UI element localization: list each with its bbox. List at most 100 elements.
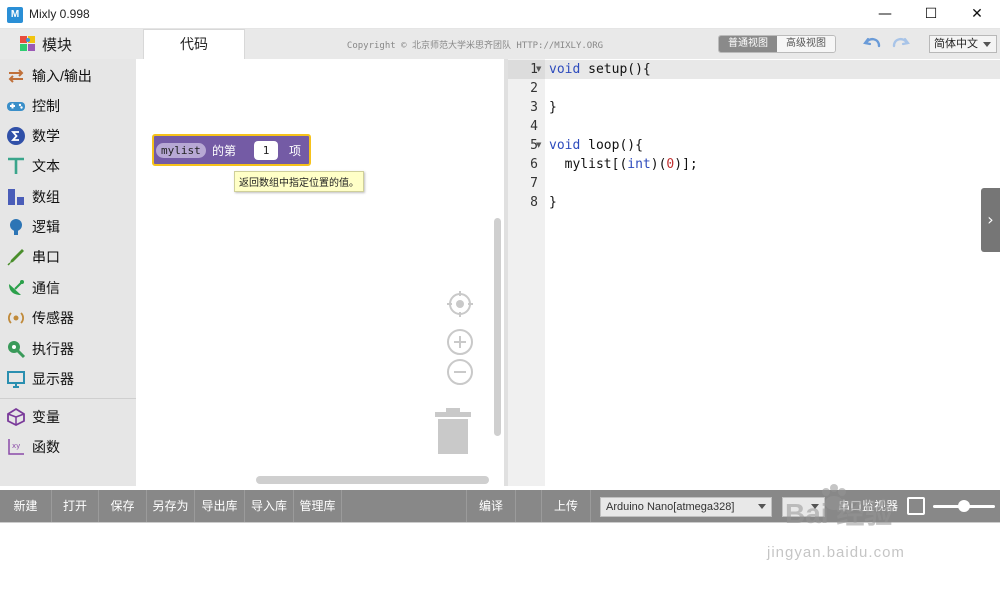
index-input[interactable]: 1 xyxy=(254,141,278,160)
tab-code[interactable]: 代码 xyxy=(143,29,245,59)
workspace-horizontal-scrollbar[interactable] xyxy=(256,476,489,484)
category-serial[interactable]: 串口 xyxy=(0,243,136,271)
code-text: )( xyxy=(650,157,667,172)
line-number: 7 xyxy=(530,176,538,191)
category-math[interactable]: 数学 xyxy=(0,122,136,150)
board-select[interactable]: Arduino Nano[atmega328] xyxy=(600,497,772,517)
function-graph-icon: xy xyxy=(6,437,26,457)
category-actuator[interactable]: 执行器 xyxy=(0,335,136,363)
category-functions[interactable]: xy 函数 xyxy=(0,433,136,461)
category-logic[interactable]: 逻辑 xyxy=(0,213,136,241)
actuator-icon xyxy=(6,339,26,359)
zoom-out-icon[interactable] xyxy=(446,358,474,386)
minimize-button[interactable]: — xyxy=(862,0,908,29)
category-communication[interactable]: 通信 xyxy=(0,274,136,302)
block-text-after: 项 xyxy=(289,144,302,158)
monitor-icon xyxy=(6,369,26,389)
code-line[interactable]: } xyxy=(549,193,557,212)
code-text: mylist[( xyxy=(549,157,628,172)
category-label: 文本 xyxy=(32,158,60,174)
category-label: 数组 xyxy=(32,189,60,205)
zoom-slider-thumb[interactable] xyxy=(958,500,970,512)
category-label: 控制 xyxy=(32,98,60,114)
category-label: 通信 xyxy=(32,280,60,296)
code-line[interactable]: mylist[(int)(0)]; xyxy=(549,155,698,174)
compile-button[interactable]: 编译 xyxy=(466,490,516,522)
trash-icon[interactable] xyxy=(434,407,472,455)
view-toggle: 普通视图 高级视图 xyxy=(718,35,836,53)
upload-button[interactable]: 上传 xyxy=(541,490,591,522)
list-variable-field[interactable]: mylist xyxy=(156,143,206,158)
recenter-icon[interactable] xyxy=(446,290,474,318)
block-category-sidebar: 输入/输出 控制 数学 文本 数组 逻辑 串口 通信 传感器 执行器 显示器 变… xyxy=(0,59,136,486)
category-io[interactable]: 输入/输出 xyxy=(0,62,136,90)
line-number: 3 xyxy=(530,100,538,115)
code-line[interactable]: void loop(){ xyxy=(549,136,643,155)
export-library-button[interactable]: 导出库 xyxy=(195,490,245,522)
code-line[interactable]: } xyxy=(549,98,557,117)
language-select[interactable]: 简体中文 xyxy=(929,35,997,53)
category-label: 串口 xyxy=(32,249,60,265)
redo-icon[interactable] xyxy=(889,33,911,55)
category-label: 执行器 xyxy=(32,341,74,357)
category-label: 变量 xyxy=(32,409,60,425)
normal-view-button[interactable]: 普通视图 xyxy=(719,36,777,52)
workspace-vertical-scrollbar[interactable] xyxy=(494,218,501,436)
category-variables[interactable]: 变量 xyxy=(0,403,136,431)
new-button[interactable]: 新建 xyxy=(0,490,52,522)
code-line[interactable]: void setup(){ xyxy=(549,60,651,79)
maximize-button[interactable]: ☐ xyxy=(908,0,954,29)
satellite-icon xyxy=(6,278,26,298)
category-label: 逻辑 xyxy=(32,219,60,235)
close-button[interactable]: ✕ xyxy=(954,0,1000,29)
category-label: 显示器 xyxy=(32,371,74,387)
undo-icon[interactable] xyxy=(862,33,884,55)
category-divider xyxy=(0,398,136,399)
fold-arrow-icon[interactable]: ▼ xyxy=(536,60,541,79)
text-t-icon xyxy=(6,156,26,176)
tab-blocks[interactable]: 模块 xyxy=(0,29,136,59)
port-select[interactable] xyxy=(782,497,825,517)
sensor-icon xyxy=(6,308,26,328)
save-button[interactable]: 保存 xyxy=(99,490,147,522)
category-display[interactable]: 显示器 xyxy=(0,365,136,393)
line-number: 2 xyxy=(530,81,538,96)
language-value: 简体中文 xyxy=(934,38,978,50)
unity-icon xyxy=(6,407,26,427)
chip-icon[interactable] xyxy=(907,497,925,515)
category-control[interactable]: 控制 xyxy=(0,92,136,120)
category-label: 数学 xyxy=(32,128,60,144)
advanced-view-button[interactable]: 高级视图 xyxy=(777,36,835,52)
chevron-down-icon xyxy=(983,42,991,47)
chevron-down-icon xyxy=(758,504,766,509)
category-sensor[interactable]: 传感器 xyxy=(0,304,136,332)
serial-monitor-button[interactable]: 串口监视器 xyxy=(838,490,898,522)
array-blocks-icon xyxy=(6,187,26,207)
code-keyword: void xyxy=(549,62,581,77)
code-text: setup(){ xyxy=(580,62,651,77)
arrows-icon xyxy=(6,66,26,86)
block-text-before: 的第 xyxy=(212,144,237,158)
copyright-text: Copyright © 北京师范大学米思齐团队 HTTP://MIXLY.ORG xyxy=(346,41,604,51)
board-value: Arduino Nano[atmega328] xyxy=(606,501,735,513)
fold-arrow-icon[interactable]: ▼ xyxy=(536,136,541,155)
save-as-button[interactable]: 另存为 xyxy=(147,490,195,522)
category-label: 传感器 xyxy=(32,310,74,326)
line-number: 4 xyxy=(530,119,538,134)
open-button[interactable]: 打开 xyxy=(52,490,99,522)
zoom-in-icon[interactable] xyxy=(446,328,474,356)
category-text[interactable]: 文本 xyxy=(0,152,136,180)
output-console[interactable] xyxy=(0,522,1000,594)
category-label: 输入/输出 xyxy=(32,68,92,84)
window-title: Mixly 0.998 xyxy=(29,7,90,21)
side-panel-toggle[interactable]: › xyxy=(981,188,1000,252)
code-keyword: void xyxy=(549,138,581,153)
tab-blocks-label: 模块 xyxy=(42,36,73,54)
code-keyword: int xyxy=(627,157,651,172)
gamepad-icon xyxy=(6,96,26,116)
manage-library-button[interactable]: 管理库 xyxy=(294,490,342,522)
line-number: 6 xyxy=(530,157,538,172)
import-library-button[interactable]: 导入库 xyxy=(245,490,294,522)
category-array[interactable]: 数组 xyxy=(0,183,136,211)
sigma-icon xyxy=(6,126,26,146)
